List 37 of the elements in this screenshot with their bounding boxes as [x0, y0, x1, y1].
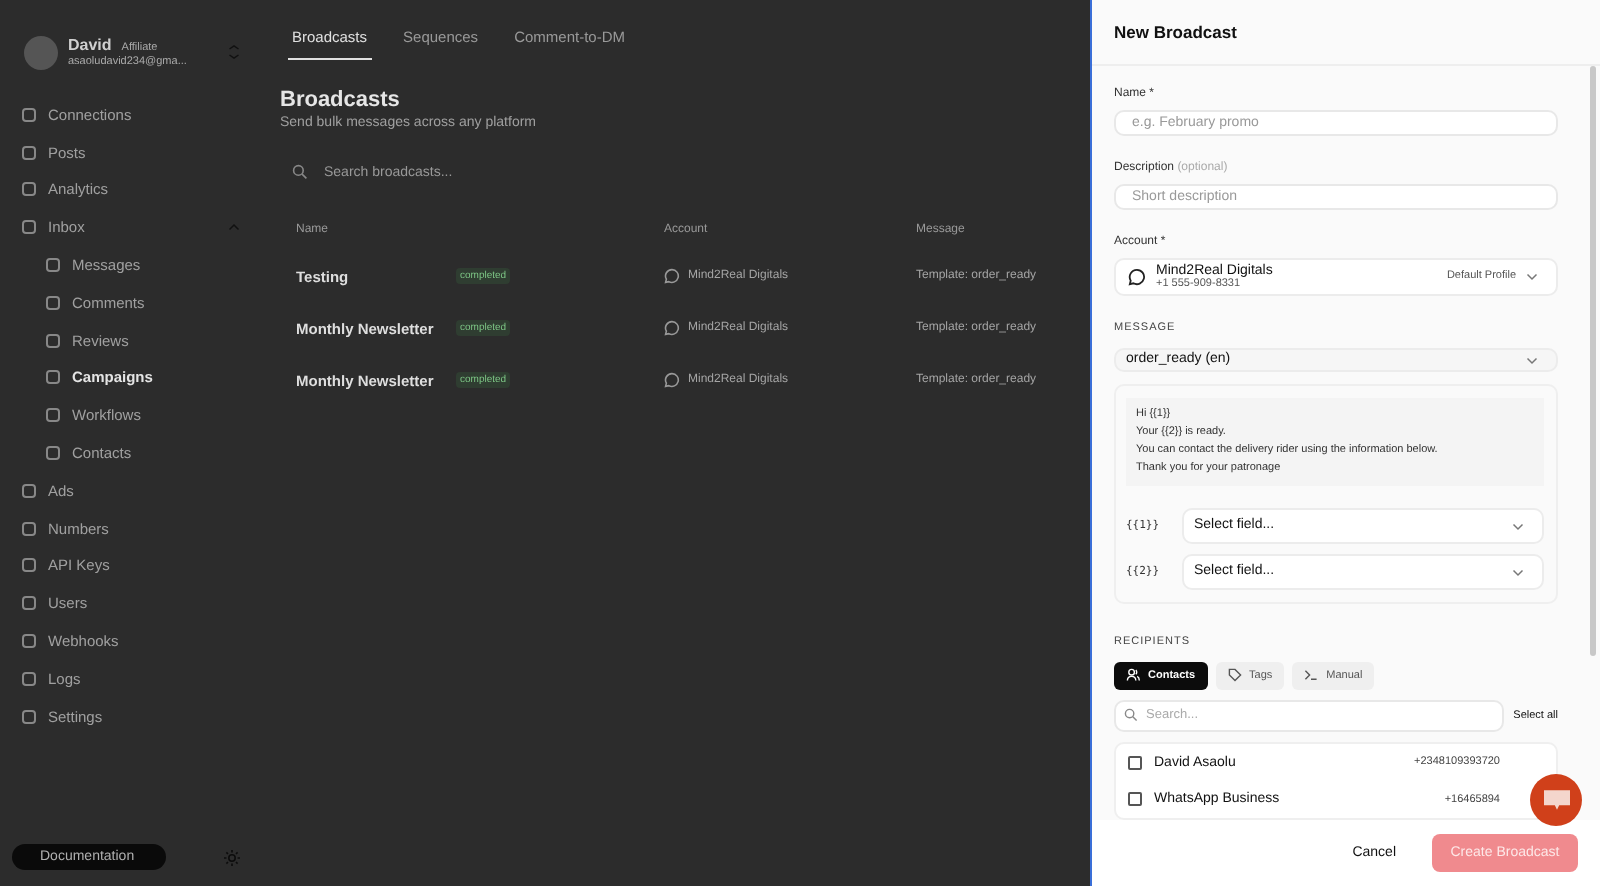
- scrollbar-thumb[interactable]: [1590, 66, 1596, 656]
- menu-item-icon: [46, 258, 60, 273]
- menu-item-icon: [22, 107, 36, 122]
- menu-item-icon: [46, 333, 60, 348]
- checkbox[interactable]: [1128, 755, 1142, 770]
- chat-icon: [1543, 789, 1569, 811]
- search-icon: [1124, 708, 1138, 723]
- menu-item-icon: [22, 671, 36, 686]
- menu-item-icon: [22, 145, 36, 160]
- menu-item-icon: [46, 446, 60, 461]
- page-title: Broadcasts: [280, 88, 402, 112]
- avatar-silhouette: [24, 35, 58, 69]
- chevron-down-icon: [1526, 353, 1538, 366]
- menu-item-icon: [22, 220, 36, 235]
- menu-item-icon: [22, 182, 36, 197]
- menu-item-icon: [46, 370, 60, 385]
- menu-item-icon: [22, 558, 36, 573]
- menu-item-icon: [22, 596, 36, 611]
- terminal-icon: [1304, 668, 1319, 683]
- users-icon: [1126, 668, 1140, 683]
- menu-item-icon: [46, 295, 60, 310]
- menu-item-icon: [22, 521, 36, 536]
- panel-title: New Broadcast: [1114, 22, 1237, 42]
- tag-icon: [1227, 668, 1242, 683]
- menu-item-icon: [46, 408, 60, 423]
- chevron-down-icon: [1512, 565, 1524, 578]
- user-name: David: [68, 36, 112, 54]
- menu-item-icon: [22, 483, 36, 498]
- chevron-down-icon: [1526, 270, 1538, 283]
- menu-item-icon: [22, 634, 36, 649]
- chevron-down-icon: [1512, 519, 1524, 532]
- chevron-icon[interactable]: [228, 221, 240, 234]
- menu-item-icon: [22, 709, 36, 724]
- checkbox[interactable]: [1128, 792, 1142, 807]
- sun-icon[interactable]: [224, 849, 241, 865]
- search-icon: [292, 164, 308, 180]
- chevron-icon[interactable]: [228, 44, 240, 60]
